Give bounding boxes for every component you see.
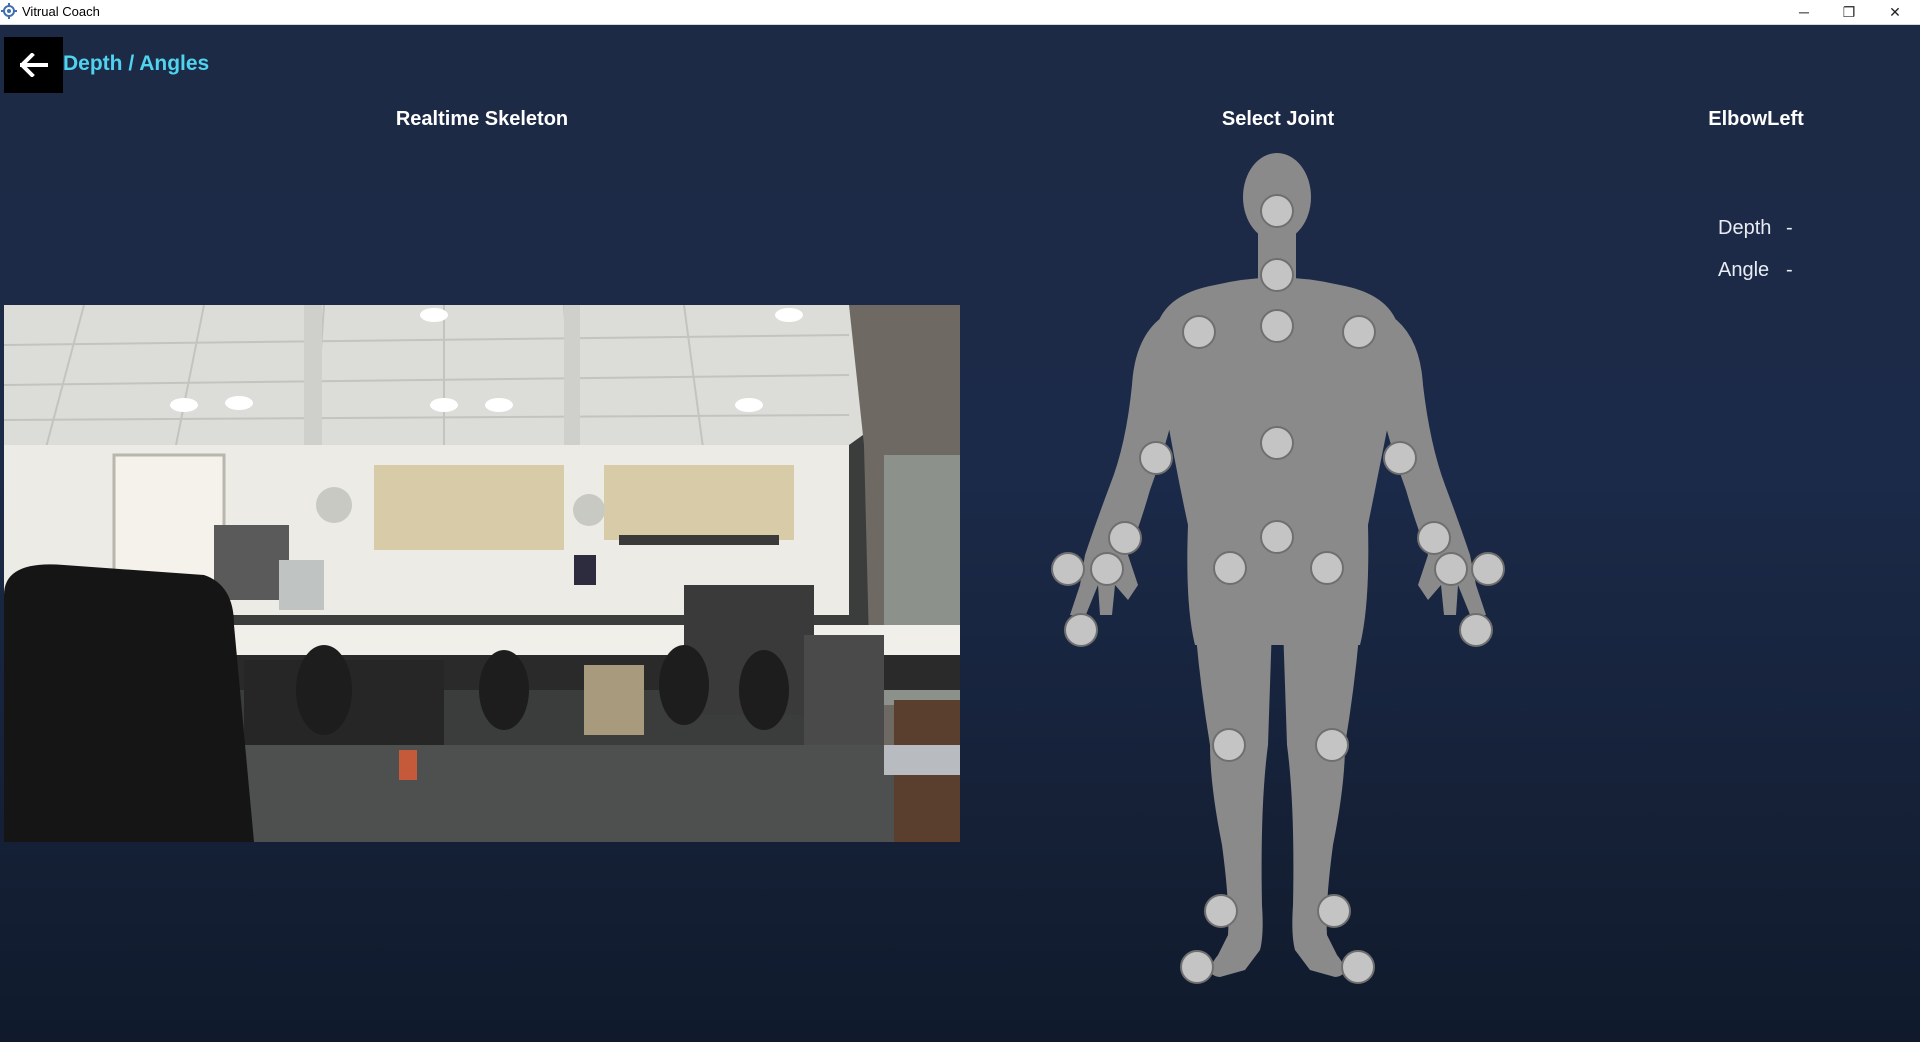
camera-feed <box>4 305 960 842</box>
back-button[interactable] <box>4 37 63 93</box>
joint-handtip-right[interactable] <box>1064 613 1098 647</box>
joint-ankle-left[interactable] <box>1317 894 1351 928</box>
arrow-left-icon <box>19 53 48 77</box>
joint-hip-right[interactable] <box>1213 551 1247 585</box>
joint-foot-right[interactable] <box>1180 950 1214 984</box>
joint-thumb-right[interactable] <box>1051 552 1085 586</box>
joint-hand-left[interactable] <box>1434 552 1468 586</box>
joint-shoulder-left[interactable] <box>1342 315 1376 349</box>
window-titlebar: Vitrual Coach ─ ❐ ✕ <box>0 0 1920 25</box>
angle-value: - <box>1786 259 1793 281</box>
angle-label: Angle <box>1718 259 1770 281</box>
joint-wrist-right[interactable] <box>1108 521 1142 555</box>
joint-handtip-left[interactable] <box>1459 613 1493 647</box>
joint-elbow-right[interactable] <box>1139 441 1173 475</box>
depth-value: - <box>1786 217 1793 239</box>
joint-head[interactable] <box>1260 194 1294 228</box>
joint-knee-left[interactable] <box>1315 728 1349 762</box>
joint-spine-shoulder[interactable] <box>1260 309 1294 343</box>
joint-elbow-left[interactable] <box>1383 441 1417 475</box>
maximize-button[interactable]: ❐ <box>1826 0 1872 24</box>
joint-spine-base[interactable] <box>1260 520 1294 554</box>
joint-shoulder-right[interactable] <box>1182 315 1216 349</box>
joint-hip-left[interactable] <box>1310 551 1344 585</box>
realtime-skeleton-heading: Realtime Skeleton <box>395 108 569 130</box>
gear-app-icon <box>1 3 17 19</box>
body-figure <box>1040 145 1520 1005</box>
joint-spine-mid[interactable] <box>1260 426 1294 460</box>
select-joint-heading: Select Joint <box>1221 108 1335 130</box>
joint-neck[interactable] <box>1260 258 1294 292</box>
minimize-button[interactable]: ─ <box>1781 0 1827 24</box>
joint-wrist-left[interactable] <box>1417 521 1451 555</box>
window-title: Vitrual Coach <box>22 4 100 19</box>
close-button[interactable]: ✕ <box>1872 0 1918 24</box>
page-title: Depth / Angles <box>63 52 210 75</box>
joint-ankle-right[interactable] <box>1204 894 1238 928</box>
joint-foot-left[interactable] <box>1341 950 1375 984</box>
joint-thumb-left[interactable] <box>1471 552 1505 586</box>
depth-label: Depth <box>1718 217 1772 239</box>
joint-knee-right[interactable] <box>1212 728 1246 762</box>
joint-hand-right[interactable] <box>1090 552 1124 586</box>
selected-joint-name: ElbowLeft <box>1708 108 1804 130</box>
